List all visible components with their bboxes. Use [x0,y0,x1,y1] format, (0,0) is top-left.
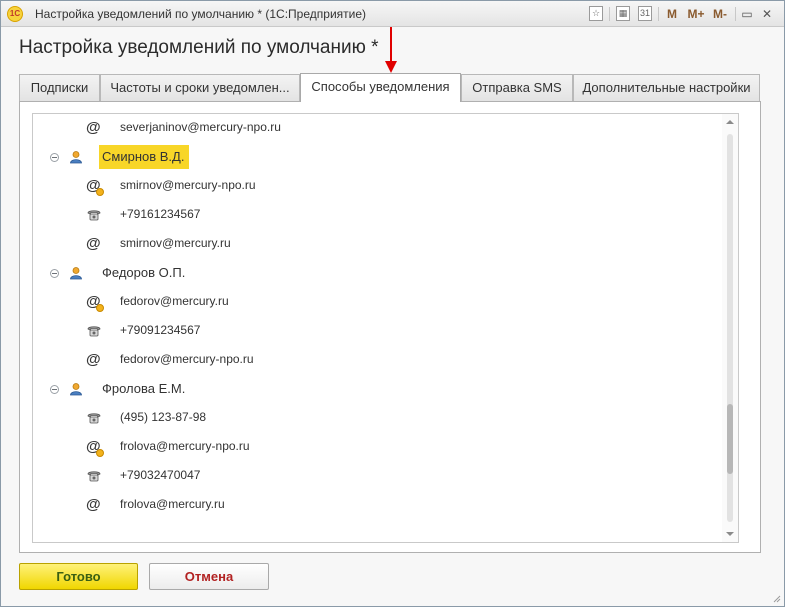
tree-row-phone[interactable]: +79091234567 [33,317,738,346]
scroll-up-arrow-icon[interactable] [726,120,734,124]
bookmark-icon[interactable]: ☆ [589,6,603,21]
person-name: Смирнов В.Д. [102,149,185,164]
toolbar-divider [609,7,610,21]
tree-row-email[interactable]: @ frolova@mercury-npo.ru [33,433,738,462]
tree-row-email[interactable]: @ frolova@mercury.ru [33,491,738,520]
dialog-window: 1С Настройка уведомлений по умолчанию * … [0,0,785,607]
person-icon [70,151,82,164]
collapse-icon[interactable] [50,385,59,394]
page-title: Настройка уведомлений по умолчанию * [19,37,379,58]
phone-icon [87,326,101,337]
tab-subscriptions[interactable]: Подписки [19,74,100,101]
contact-phone: +79032470047 [120,468,201,482]
contacts-tree[interactable]: @ severjaninov@mercury-npo.ru Смирнов В.… [32,113,739,543]
done-button[interactable]: Готово [19,563,138,590]
tree-row-email[interactable]: @ smirnov@mercury.ru [33,230,738,259]
tab-additional-settings[interactable]: Дополнительные настройки [573,74,760,101]
window-title: Настройка уведомлений по умолчанию * (1С… [35,7,367,21]
memory-subtract-button[interactable]: M- [709,5,731,23]
tab-notification-methods[interactable]: Способы уведомления [300,73,461,102]
tree-row-email[interactable]: @ smirnov@mercury-npo.ru [33,172,738,201]
email-favorite-icon: @ [86,293,104,312]
tree-row-person[interactable]: Фролова Е.М. [33,375,738,404]
contact-address: frolova@mercury-npo.ru [120,439,250,453]
memory-button[interactable]: M [665,5,679,23]
toolbar-divider [735,7,736,21]
phone-icon [87,471,101,482]
contact-address: severjaninov@mercury-npo.ru [120,120,281,134]
contact-address: fedorov@mercury.ru [120,294,229,308]
email-favorite-icon: @ [86,177,104,196]
app-logo-icon: 1С [7,6,23,22]
scroll-down-arrow-icon[interactable] [726,532,734,536]
person-icon [70,267,82,280]
person-name: Фролова Е.М. [102,381,186,396]
tree-row-phone[interactable]: +79161234567 [33,201,738,230]
tab-frequencies[interactable]: Частоты и сроки уведомлен... [100,74,300,101]
tab-sms-sending[interactable]: Отправка SMS [461,74,573,101]
contact-phone: +79091234567 [120,323,201,337]
contact-address: frolova@mercury.ru [120,497,225,511]
calendar-icon[interactable]: 31 [638,6,652,21]
email-favorite-icon: @ [86,438,104,457]
calculator-icon[interactable]: ▦ [616,6,630,21]
vertical-scrollbar[interactable] [722,114,738,542]
email-icon: @ [86,496,101,513]
collapse-icon[interactable] [50,269,59,278]
email-icon: @ [86,119,101,136]
person-name: Федоров О.П. [102,265,186,280]
contact-address: smirnov@mercury-npo.ru [120,178,256,192]
tree-row-phone[interactable]: +79032470047 [33,462,738,491]
tree-row-email[interactable]: @ fedorov@mercury.ru [33,288,738,317]
tree-row-person[interactable]: Смирнов В.Д. [33,143,738,172]
tab-strip: Подписки Частоты и сроки уведомлен... Сп… [19,73,761,102]
person-icon [70,383,82,396]
minimize-button[interactable]: ▭ [740,5,754,23]
email-icon: @ [86,235,101,252]
memory-add-button[interactable]: M+ [685,5,707,23]
toolbar-divider [658,7,659,21]
contact-address: fedorov@mercury-npo.ru [120,352,254,366]
phone-icon [87,413,101,424]
title-bar: 1С Настройка уведомлений по умолчанию * … [1,1,784,27]
cancel-button[interactable]: Отмена [149,563,269,590]
tree-row-email[interactable]: @ severjaninov@mercury-npo.ru [33,114,738,143]
tab-panel: @ severjaninov@mercury-npo.ru Смирнов В.… [19,101,761,553]
contact-phone: (495) 123-87-98 [120,410,207,424]
phone-icon [87,210,101,221]
tree-row-person[interactable]: Федоров О.П. [33,259,738,288]
tree-row-email[interactable]: @ fedorov@mercury-npo.ru [33,346,738,375]
tree-row-phone[interactable]: (495) 123-87-98 [33,404,738,433]
scrollbar-thumb[interactable] [727,404,733,475]
collapse-icon[interactable] [50,153,59,162]
email-icon: @ [86,351,101,368]
close-button[interactable]: ✕ [760,5,774,23]
contact-address: smirnov@mercury.ru [120,236,231,250]
red-arrow-annotation [385,27,397,73]
contact-phone: +79161234567 [120,207,201,221]
resize-grip-icon[interactable] [771,593,781,603]
